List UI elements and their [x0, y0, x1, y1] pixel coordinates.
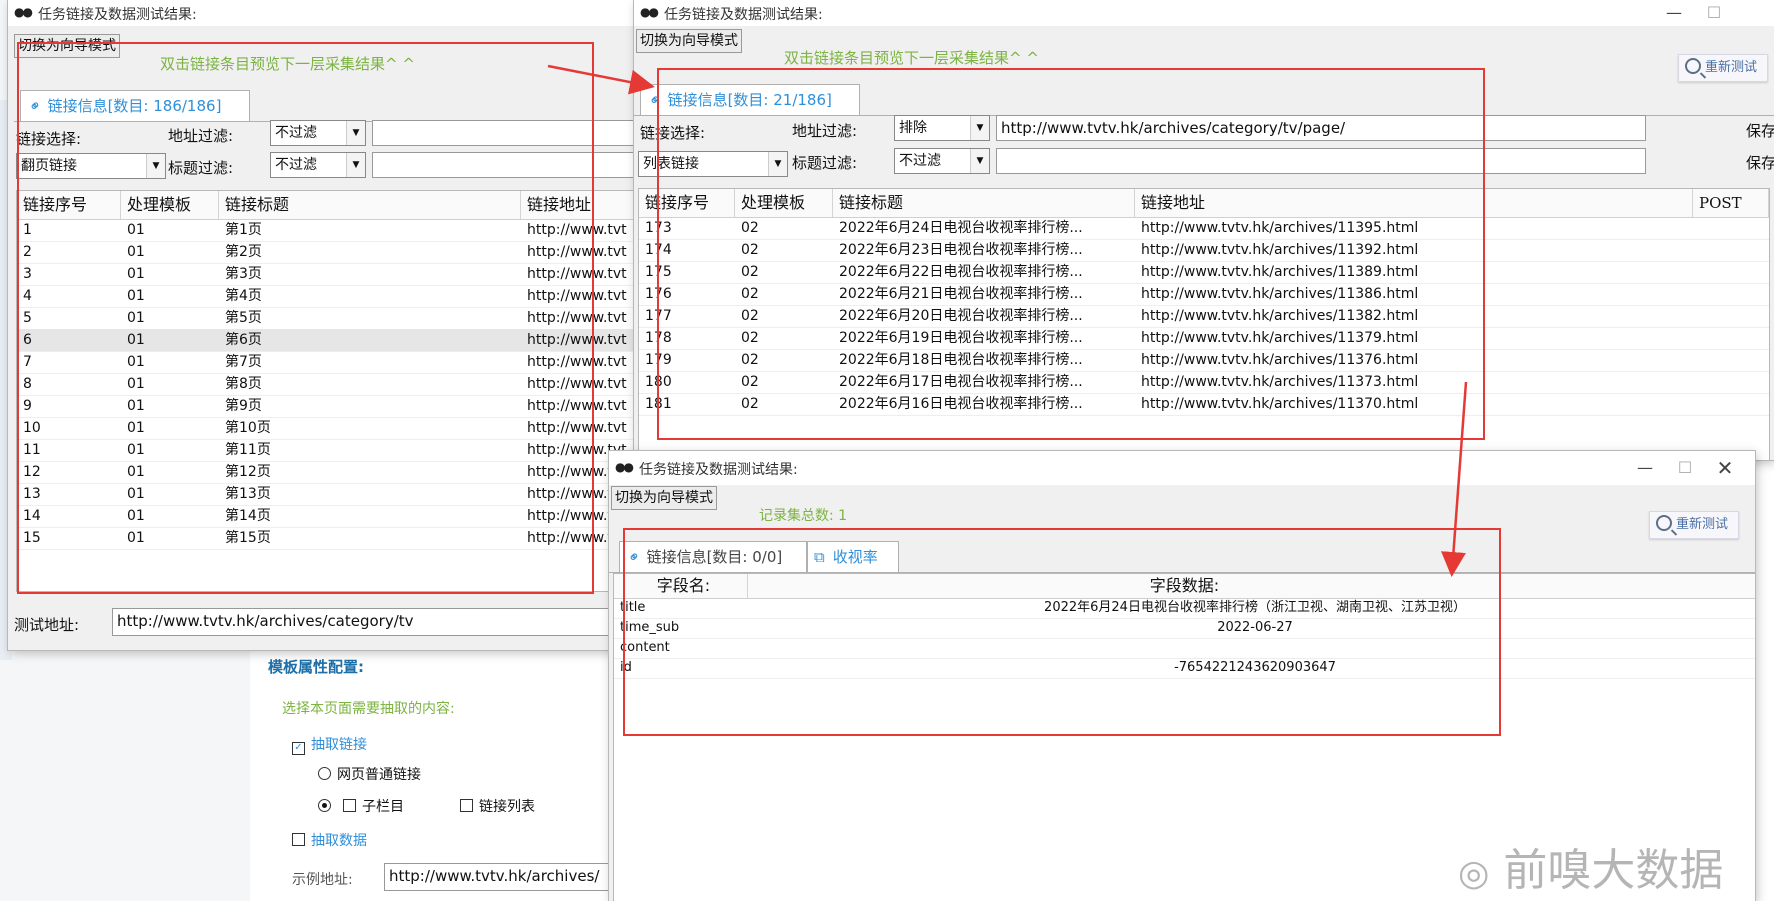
annotation-arrows — [547, 64, 1468, 577]
watermark: ◎ 前嗅大数据 — [1458, 845, 1724, 896]
arrow-to-window-3 — [1441, 381, 1468, 577]
arrow-to-window-2 — [547, 64, 655, 95]
weibo-icon: ◎ — [1458, 853, 1490, 894]
